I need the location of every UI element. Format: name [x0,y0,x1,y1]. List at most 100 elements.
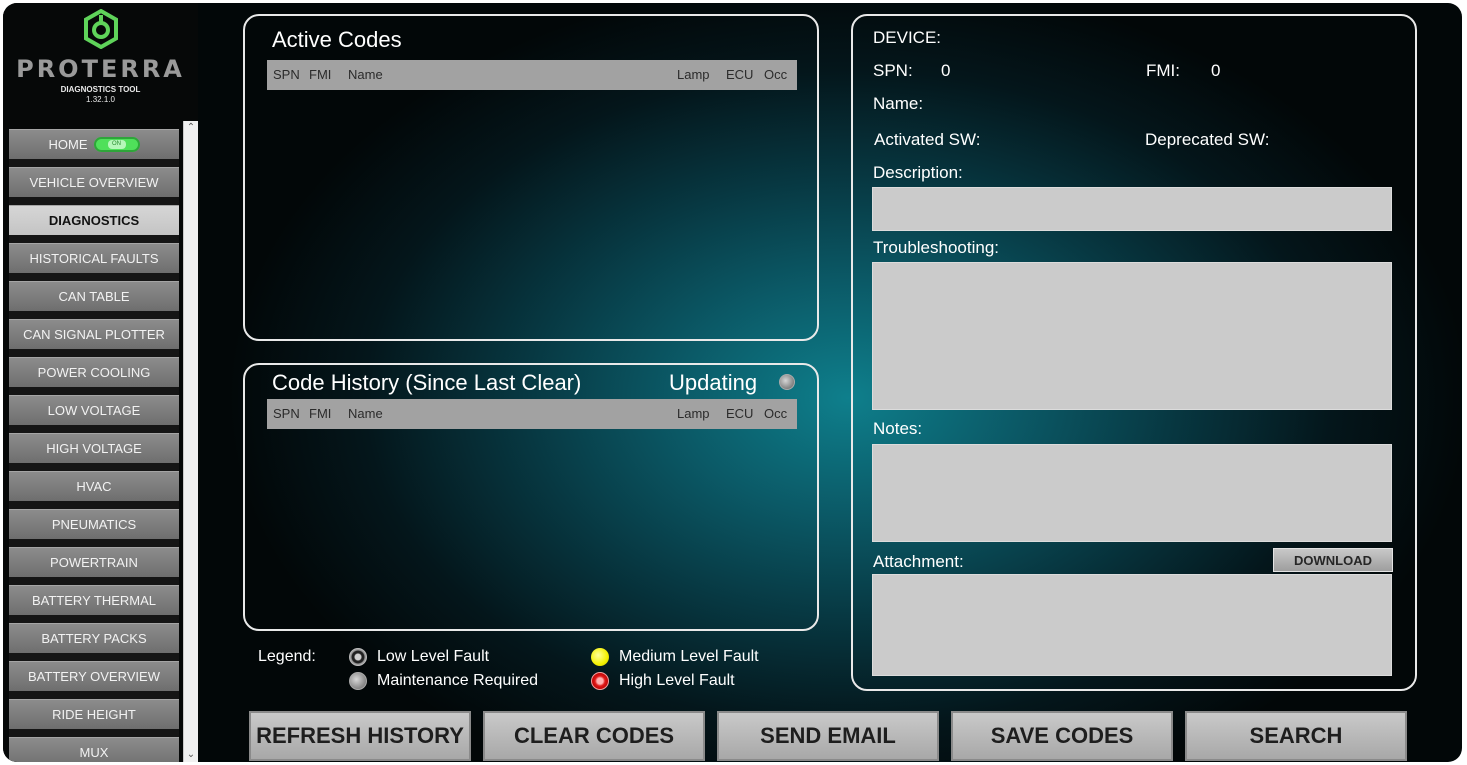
tool-name: DIAGNOSTICS TOOL [60,85,141,94]
sidebar-scrollbar[interactable]: ⌃ ⌄ [183,121,198,762]
nav-divider [9,691,179,699]
sidebar-item-diagnostics[interactable]: DIAGNOSTICS [9,205,179,235]
nav-divider [9,501,179,509]
sidebar-item-battery-packs[interactable]: BATTERY PACKS [9,623,179,653]
send-email-button[interactable]: SEND EMAIL [717,711,939,761]
column-header-ecu[interactable]: ECU [726,67,753,82]
nav-divider [9,577,179,585]
app-window: PROTERRA DIAGNOSTICS TOOL 1.32.1.0 HOME … [3,3,1462,762]
medium-fault-led-icon [591,648,609,666]
refresh-history-button[interactable]: REFRESH HISTORY [249,711,471,761]
column-header-occ[interactable]: Occ [764,67,787,82]
low-fault-led-icon [349,648,367,666]
deprecated-sw-label: Deprecated SW: [1145,130,1270,149]
nav-divider [9,653,179,661]
save-codes-button[interactable]: SAVE CODES [951,711,1173,761]
download-button[interactable]: DOWNLOAD [1273,548,1393,572]
code-history-panel: Code History (Since Last Clear) Updating… [243,363,819,631]
sidebar-item-low-voltage[interactable]: LOW VOLTAGE [9,395,179,425]
sidebar-item-ride-height[interactable]: RIDE HEIGHT [9,699,179,729]
sidebar-item-battery-overview[interactable]: BATTERY OVERVIEW [9,661,179,691]
column-header-lamp[interactable]: Lamp [677,67,710,82]
spn-label: SPN: [873,61,913,80]
description-label: Description: [873,163,963,182]
nav-divider [9,729,179,737]
sidebar: PROTERRA DIAGNOSTICS TOOL 1.32.1.0 HOME … [3,3,198,762]
column-header-occ[interactable]: Occ [764,406,787,421]
brand-name: PROTERRA [16,55,185,83]
column-header-lamp[interactable]: Lamp [677,406,710,421]
legend-high-level: High Level Fault [591,672,735,690]
nav-divider [9,159,179,167]
column-header-name[interactable]: Name [348,406,383,421]
sidebar-item-can-table[interactable]: CAN TABLE [9,281,179,311]
home-toggle-text: ON [107,140,126,149]
column-header-fmi[interactable]: FMI [309,67,331,82]
legend-low-level: Low Level Fault [349,648,489,666]
column-header-spn[interactable]: SPN [273,67,300,82]
column-header-fmi[interactable]: FMI [309,406,331,421]
home-toggle-icon: ON [93,137,140,152]
updating-indicator-icon [779,374,795,390]
tool-version: 1.32.1.0 [86,95,115,104]
sidebar-item-powertrain[interactable]: POWERTRAIN [9,547,179,577]
spn-value: 0 [941,61,951,80]
attachment-label: Attachment: [873,552,964,571]
nav-divider [9,273,179,281]
troubleshooting-field[interactable] [872,262,1392,410]
sidebar-item-mux[interactable]: MUX [9,737,179,762]
nav-divider [9,539,179,547]
attachment-field[interactable] [872,574,1392,676]
nav-divider [9,349,179,357]
fmi-label: FMI: [1146,61,1180,80]
sidebar-item-hvac[interactable]: HVAC [9,471,179,501]
nav-divider [9,425,179,433]
sidebar-nav: HOME ON VEHICLE OVERVIEW DIAGNOSTICS HIS… [3,121,183,762]
code-history-header: SPN FMI Name Lamp ECU Occ [267,399,797,429]
proterra-logo-icon [84,9,118,49]
sidebar-item-battery-thermal[interactable]: BATTERY THERMAL [9,585,179,615]
sidebar-item-label: HOME [48,137,88,152]
sidebar-item-high-voltage[interactable]: HIGH VOLTAGE [9,433,179,463]
sidebar-item-home[interactable]: HOME ON [9,129,179,159]
notes-label: Notes: [873,419,923,438]
legend-high-text: High Level Fault [619,672,735,689]
sidebar-item-vehicle-overview[interactable]: VEHICLE OVERVIEW [9,167,179,197]
sidebar-item-can-signal-plotter[interactable]: CAN SIGNAL PLOTTER [9,319,179,349]
activated-sw-label: Activated SW: [874,130,981,149]
high-fault-led-icon [591,672,609,690]
scrollbar-thumb[interactable] [186,137,196,741]
sidebar-item-power-cooling[interactable]: POWER COOLING [9,357,179,387]
legend-maintenance: Maintenance Required [349,672,538,690]
description-field[interactable] [872,187,1392,231]
legend-maintenance-text: Maintenance Required [377,672,538,689]
code-history-title: Code History (Since Last Clear) [272,370,582,395]
column-header-ecu[interactable]: ECU [726,406,753,421]
legend-medium-level: Medium Level Fault [591,648,759,666]
notes-field[interactable] [872,444,1392,542]
nav-divider [9,311,179,319]
chevron-up-icon[interactable]: ⌃ [184,121,198,135]
sidebar-item-pneumatics[interactable]: PNEUMATICS [9,509,179,539]
nav-divider [9,387,179,395]
sidebar-item-historical-faults[interactable]: HISTORICAL FAULTS [9,243,179,273]
legend-low-text: Low Level Fault [377,648,490,665]
chevron-down-icon[interactable]: ⌄ [184,748,198,762]
name-label: Name: [873,94,924,113]
nav-divider [9,615,179,623]
logo-area: PROTERRA DIAGNOSTICS TOOL 1.32.1.0 [3,3,198,121]
device-label: DEVICE: [873,28,942,47]
clear-codes-button[interactable]: CLEAR CODES [483,711,705,761]
search-button[interactable]: SEARCH [1185,711,1407,761]
active-codes-title: Active Codes [272,27,402,52]
fmi-value: 0 [1211,61,1221,80]
maintenance-led-icon [349,672,367,690]
troubleshooting-label: Troubleshooting: [873,238,1000,257]
legend-label: Legend: [258,648,316,665]
active-codes-panel: Active Codes SPN FMI Name Lamp ECU Occ [243,14,819,341]
column-header-spn[interactable]: SPN [273,406,300,421]
nav-divider [9,197,179,205]
column-header-name[interactable]: Name [348,67,383,82]
legend-medium-text: Medium Level Fault [619,648,759,665]
nav-divider [9,235,179,243]
